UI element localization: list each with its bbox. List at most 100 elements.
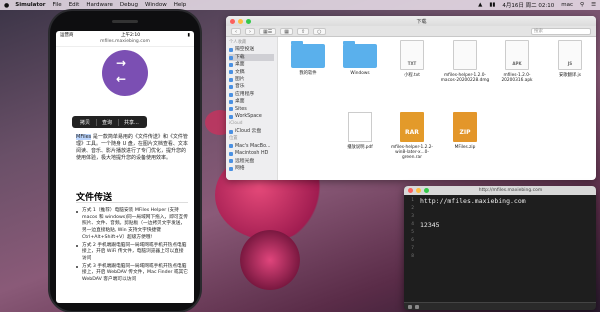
document-icon: TXT (400, 40, 424, 70)
line-number: 4 (411, 222, 414, 227)
sidebar-item[interactable]: 音乐 (229, 83, 274, 90)
sidebar-item[interactable]: 应用程序 (229, 91, 274, 98)
menu-app-name[interactable]: Simulator (15, 2, 45, 8)
file-item[interactable]: mfiles-helper-1.2.0-macos-20200228.dmg (439, 40, 491, 83)
menu-clock[interactable]: 4月16日 周二 02:10 (502, 1, 554, 9)
file-name: Windows (350, 71, 370, 76)
sidebar-item[interactable]: 桌面 (229, 98, 274, 105)
download-icon (229, 55, 233, 60)
sidebar-item[interactable]: iCloud 云盘 (229, 128, 274, 135)
file-item[interactable]: 播放说明.pdf (334, 112, 386, 150)
sidebar-item-label: 网络 (235, 165, 245, 171)
file-name: 播放说明.pdf (347, 145, 373, 150)
menu-hardware[interactable]: Hardware (86, 2, 113, 8)
search-input[interactable]: 搜索 (531, 27, 591, 35)
file-item[interactable]: 我的软件 (282, 40, 334, 76)
sidebar-item-label: 桌面 (235, 99, 245, 105)
sidebar-item[interactable]: 桌面 (229, 61, 274, 68)
minimize-icon[interactable] (416, 188, 421, 193)
finder-sidebar: 个人收藏 隔空投送 下载 桌面 文稿 图片 音乐 应用程序 桌面 Sites WorkSpace iC… (226, 37, 278, 180)
sidebar-item[interactable]: Sites (229, 106, 274, 113)
search-icon[interactable]: ⚲ (580, 2, 584, 8)
terminal-title: http://mfiles.maxiebing.com (478, 188, 543, 193)
selected-text[interactable]: MFiles (76, 134, 92, 140)
file-item[interactable]: TXT 小程.txt (386, 40, 438, 78)
sidebar-item-label: iCloud (229, 121, 243, 127)
tag-button[interactable]: ○ (313, 27, 326, 35)
menu-edit[interactable]: Edit (69, 2, 80, 8)
list-item: 方式 3 手机端跟电脑同一局域网或手机开热点电脑接上，开启 WebDAV 传文件… (76, 264, 188, 284)
line-numbers: 1 2 3 4 5 6 7 8 (404, 197, 414, 261)
file-type-badge: RAR (405, 129, 419, 136)
sidebar-item-label: 个人收藏 (229, 40, 247, 45)
file-item[interactable]: Windows (334, 40, 386, 76)
file-item[interactable]: APK mfiles-1.2.0-20200316.apk (491, 40, 543, 83)
list-icon[interactable]: ☰ (591, 2, 596, 8)
battery-icon[interactable]: ▮▮ (489, 2, 495, 8)
sidebar-item-label: iCloud 云盘 (235, 128, 262, 134)
cloud-icon (229, 129, 233, 134)
status-carrier: 运营商 (60, 33, 74, 38)
close-icon[interactable] (408, 188, 413, 193)
music-icon (229, 85, 233, 90)
code-line[interactable] (420, 213, 526, 221)
status-icon[interactable] (408, 304, 412, 309)
sidebar-item[interactable]: 图片 (229, 76, 274, 83)
editor-body[interactable]: 12345678 http://mfiles.maxiebing.com 1234… (404, 195, 596, 259)
divider (76, 202, 188, 203)
menu-help[interactable]: Help (174, 2, 187, 8)
finder-title-bar: 下载 (226, 16, 596, 26)
copy-menu-item[interactable]: 拷贝 (75, 119, 95, 126)
menu-window[interactable]: Window (145, 2, 167, 8)
sidebar-item[interactable]: WorkSpace (229, 113, 274, 120)
arrow-left-icon: ← (116, 72, 127, 86)
file-name: 我的软件 (299, 71, 317, 76)
apple-icon[interactable]: ● (4, 2, 9, 9)
menu-debug[interactable]: Debug (120, 2, 138, 8)
sidebar-item[interactable]: 隔空投送 (229, 46, 274, 53)
sidebar-item[interactable]: Mac's MacBo... (229, 143, 274, 150)
sidebar-item[interactable]: 文稿 (229, 69, 274, 76)
back-button[interactable]: ‹ (231, 27, 241, 35)
minimize-icon[interactable] (238, 18, 243, 24)
file-item[interactable]: ZIP MFiles.zip (439, 112, 491, 150)
forward-button[interactable]: › (245, 27, 255, 35)
zoom-icon[interactable] (246, 18, 251, 24)
status-icon[interactable] (415, 304, 419, 309)
sidebar-item[interactable]: Macintosh HD (229, 150, 274, 157)
close-icon[interactable] (230, 18, 235, 24)
view-mode-button[interactable]: ▦☰ (259, 27, 277, 35)
menu-user[interactable]: mac (561, 2, 573, 8)
arrow-right-icon: → (116, 56, 127, 70)
sidebar-section-header: 位置 (229, 135, 274, 142)
sidebar-item[interactable]: 远程光盘 (229, 158, 274, 165)
code-line[interactable] (420, 205, 526, 213)
menu-file[interactable]: File (52, 2, 61, 8)
disc-icon (229, 159, 233, 164)
wallpaper-shape (240, 230, 300, 290)
sidebar-item[interactable]: 网络 (229, 165, 274, 172)
group-button[interactable]: ▦ (280, 27, 293, 35)
sidebar-item-label: 隔空投送 (235, 47, 255, 53)
file-name: MFiles.zip (454, 145, 476, 150)
code-line[interactable]: http://mfiles.maxiebing.com (420, 197, 526, 205)
file-item[interactable]: JS 安歌翻译.js (544, 40, 596, 78)
document-icon: APK (505, 40, 529, 70)
wifi-icon[interactable]: ▲ (478, 2, 482, 8)
phone-url-bar[interactable]: mfiles.maxiebing.com (56, 39, 194, 47)
phone-status-bar: 运营商 上午2:10 ▮ (56, 31, 194, 39)
line-number: 3 (411, 214, 414, 219)
file-item[interactable]: RAR mfiles-helper-1.2.2-win8-later-x...0-… (386, 112, 438, 160)
list-item: 方式 2 手机端跟电脑同一局域网或手机开热点电脑接上，开启 WiFi 传文件，电… (76, 243, 188, 263)
laptop-icon (229, 144, 233, 149)
sidebar-item[interactable]: 下载 (229, 53, 274, 62)
rar-archive-icon: RAR (400, 112, 424, 142)
terminal-title-bar: http://mfiles.maxiebing.com (404, 186, 596, 195)
code-line[interactable]: 12345 (420, 221, 526, 229)
zoom-icon[interactable] (424, 188, 429, 193)
share-button[interactable]: ⇧ (296, 27, 310, 35)
app-logo: → ← (102, 50, 148, 96)
share-menu-item[interactable]: 共享... (118, 118, 144, 126)
lookup-menu-item[interactable]: 查询 (96, 118, 117, 126)
code-text[interactable]: http://mfiles.maxiebing.com 12345 (420, 197, 526, 229)
